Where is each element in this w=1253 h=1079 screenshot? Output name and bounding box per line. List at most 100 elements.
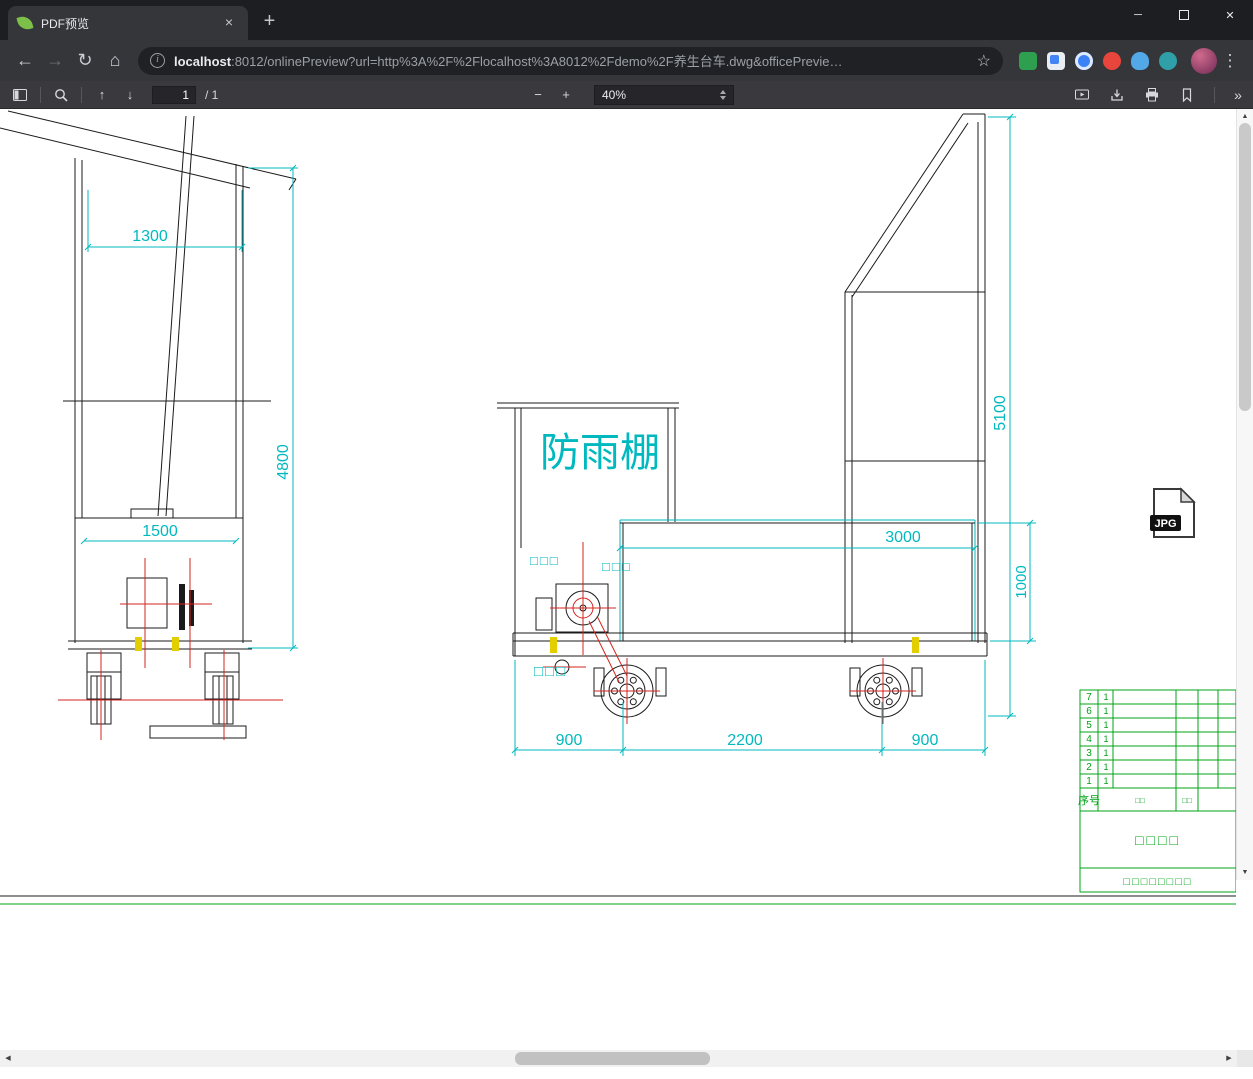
cad-drawing: 1300 1500 4800 防雨棚 □□□ □□□ □□□ 3000 1000… — [0, 110, 1236, 905]
dim-label-5100: 5100 — [992, 395, 1009, 431]
more-tools-button[interactable]: » — [1228, 87, 1248, 103]
title-block-header-no: 序号 — [1078, 793, 1100, 807]
dim-label-1300: 1300 — [132, 228, 168, 245]
pdf-viewport[interactable]: 1300 1500 4800 防雨棚 □□□ □□□ □□□ 3000 1000… — [0, 109, 1236, 1050]
horizontal-scrollbar-thumb[interactable] — [515, 1052, 710, 1065]
zoom-out-button[interactable]: − — [524, 83, 552, 107]
window-titlebar: PDF预览 × + ─ ✕ — [0, 0, 1253, 40]
title-block-row-qty: 1 — [1103, 706, 1108, 716]
vertical-scrollbar-thumb[interactable] — [1239, 123, 1251, 411]
bookmark-button[interactable] — [1173, 83, 1201, 107]
title-block-row-no: 5 — [1086, 720, 1092, 731]
search-icon — [55, 88, 68, 102]
url-bar[interactable]: i localhost:8012/onlinePreview?url=http%… — [138, 46, 1003, 75]
open-file-button[interactable] — [1103, 83, 1131, 107]
zoom-value: 40% — [602, 87, 627, 102]
extension-teal-icon[interactable] — [1159, 51, 1177, 70]
scroll-right-icon[interactable]: ▶ — [1222, 1050, 1236, 1067]
leaf-favicon-icon — [16, 14, 34, 32]
sidebar-toggle-icon — [13, 88, 27, 101]
vertical-scrollbar[interactable]: ▲ ▼ — [1236, 109, 1253, 880]
dim-label-4800: 4800 — [275, 444, 292, 480]
address-bar: ← → ↻ ⌂ i localhost:8012/onlinePreview?u… — [0, 40, 1253, 81]
title-block-header-mid: □□ — [1135, 796, 1145, 805]
title-block-footer: □□□□□□□□ — [1123, 876, 1192, 888]
reload-button[interactable]: ↻ — [70, 46, 100, 76]
title-block-row-qty: 1 — [1103, 692, 1108, 702]
tab-close-icon[interactable]: × — [220, 14, 238, 32]
zoom-select[interactable]: 40% — [594, 84, 734, 105]
extension-cloud-icon[interactable] — [1131, 51, 1149, 70]
zoom-in-button[interactable]: + — [552, 83, 580, 107]
extension-red-icon[interactable] — [1103, 51, 1121, 70]
extensions-area — [1011, 51, 1185, 70]
title-block-row-qty: 1 — [1103, 748, 1108, 758]
presentation-icon — [1075, 89, 1089, 99]
dim-label-2200: 2200 — [727, 732, 763, 749]
tab-title: PDF预览 — [41, 16, 90, 31]
open-file-icon — [1111, 89, 1123, 101]
bookmark-icon — [1182, 87, 1192, 102]
sheet-border — [0, 895, 1236, 905]
sidebar-toggle-button[interactable] — [6, 83, 34, 107]
profile-avatar[interactable] — [1191, 47, 1217, 74]
title-block-row-no: 2 — [1086, 762, 1092, 773]
extension-translate-icon[interactable] — [1047, 51, 1065, 70]
select-spinner-icon — [720, 89, 726, 100]
pdf-toolbar-center: − + 40% — [524, 81, 734, 108]
toolbar-divider — [81, 86, 82, 103]
new-tab-button[interactable]: + — [256, 9, 283, 36]
window-controls: ─ ✕ — [1115, 0, 1253, 30]
shelter-label: 防雨棚 — [540, 431, 660, 475]
presentation-mode-button[interactable] — [1068, 83, 1096, 107]
title-block-row-qty: 1 — [1103, 762, 1108, 772]
url-path: :8012/onlinePreview?url=http%3A%2F%2Floc… — [231, 54, 843, 69]
scroll-up-icon[interactable]: ▲ — [1237, 110, 1253, 123]
jpg-badge-label: JPG — [1154, 518, 1176, 530]
url-host: localhost — [174, 54, 232, 69]
title-block-row-no: 3 — [1086, 748, 1092, 759]
scroll-down-icon[interactable]: ▼ — [1237, 866, 1253, 879]
scroll-left-icon[interactable]: ◀ — [1, 1050, 15, 1067]
bookmark-star-icon[interactable]: ☆ — [977, 51, 991, 71]
browser-menu-icon[interactable]: ⋮ — [1217, 51, 1243, 71]
dim-label-3000: 3000 — [885, 529, 921, 546]
toolbar-divider — [1214, 86, 1215, 103]
side-view: 防雨棚 □□□ □□□ □□□ 3000 1000 5100 900 2200 … — [497, 113, 1036, 756]
next-page-button[interactable]: ↓ — [116, 83, 144, 107]
find-button[interactable] — [47, 83, 75, 107]
title-block-row-no: 7 — [1086, 692, 1092, 703]
browser-tab[interactable]: PDF预览 × — [8, 6, 248, 40]
forward-button[interactable]: → — [40, 46, 70, 76]
dim-label-1500: 1500 — [142, 523, 178, 540]
minimize-button[interactable]: ─ — [1115, 0, 1161, 30]
print-icon — [1146, 87, 1158, 101]
title-block-row-no: 4 — [1086, 734, 1092, 745]
site-info-icon[interactable]: i — [150, 53, 165, 68]
title-block-row-no: 1 — [1086, 776, 1092, 787]
extension-green-icon[interactable] — [1019, 51, 1037, 70]
title-block-row-qty: 1 — [1103, 720, 1108, 730]
pdf-toolbar: ↑ ↓ / 1 − + 40% » — [0, 81, 1253, 109]
scrollbar-corner — [1237, 1050, 1253, 1067]
horizontal-scrollbar[interactable]: ◀ ▶ — [0, 1050, 1237, 1067]
front-view: 1300 1500 4800 — [0, 110, 298, 740]
url-text: localhost:8012/onlinePreview?url=http%3A… — [174, 51, 969, 70]
home-button[interactable]: ⌂ — [100, 46, 130, 76]
close-button[interactable]: ✕ — [1207, 0, 1253, 30]
previous-page-button[interactable]: ↑ — [88, 83, 116, 107]
title-block-name: □□□□ — [1135, 832, 1181, 848]
page-number-input[interactable] — [152, 85, 196, 104]
extension-blue-circle-icon[interactable] — [1075, 51, 1093, 70]
back-button[interactable]: ← — [10, 46, 40, 76]
maximize-button[interactable] — [1161, 0, 1207, 30]
pdf-toolbar-right: » — [1068, 81, 1248, 108]
tofu-text-a: □□□ — [530, 553, 560, 568]
page-count-label: / 1 — [205, 87, 219, 102]
title-block-row-no: 6 — [1086, 706, 1092, 717]
title-block: 7 6 5 4 3 2 1 1 1 1 1 1 1 1 序号 □□ □□ □□□… — [1078, 689, 1236, 893]
title-block-row-qty: 1 — [1103, 776, 1108, 786]
tofu-text-b: □□□ — [602, 559, 632, 574]
print-button[interactable] — [1138, 83, 1166, 107]
dim-label-1000: 1000 — [1013, 565, 1030, 598]
